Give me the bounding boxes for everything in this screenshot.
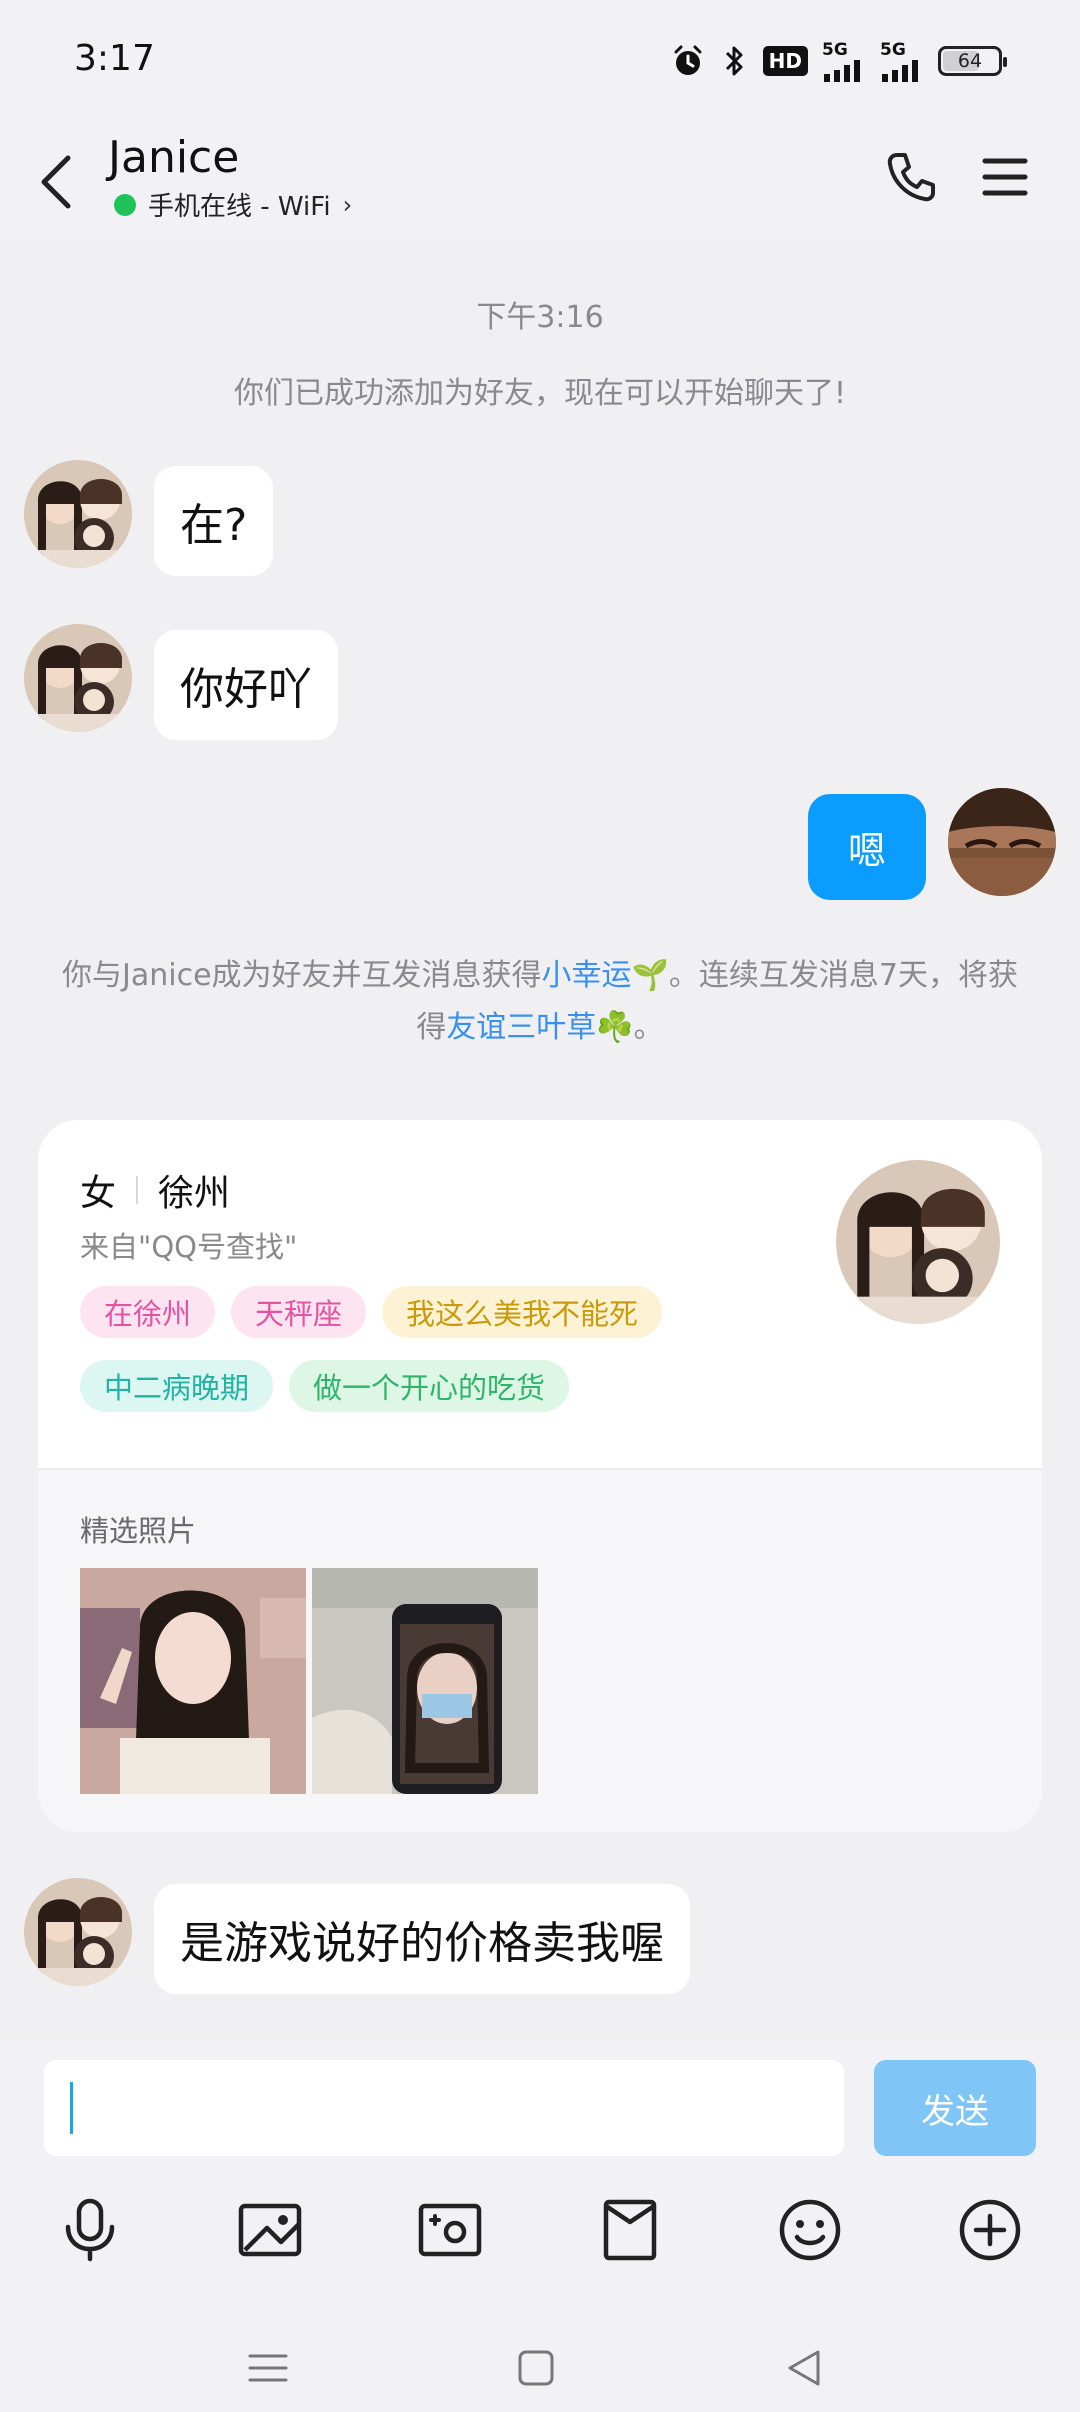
more-button[interactable] [950,2190,1030,2270]
clover-link[interactable]: 友谊三叶草 [446,1010,596,1045]
contact-name[interactable]: Janice [108,132,239,183]
input-area: 发送 [0,2042,1080,2412]
user-avatar[interactable] [948,788,1056,896]
signal-icon: 5G [822,40,866,82]
profile-tag[interactable]: 做一个开心的吃货 [289,1360,570,1412]
message-bubble-received[interactable]: 在? [154,466,274,576]
profile-gender: 女 [80,1173,117,1214]
profile-tag[interactable]: 天秤座 [231,1286,367,1338]
message-bubble-received[interactable]: 是游戏说好的价格卖我喔 [154,1884,690,1994]
nav-menu-button[interactable] [238,2338,298,2398]
system-message: 你们已成功添加为好友，现在可以开始聊天了! [233,376,847,411]
online-dot-icon [114,193,136,216]
microphone-icon [65,2198,115,2262]
message-timestamp: 下午3:16 [476,300,604,335]
tag-row: 在徐州 天秤座 我这么美我不能死 [80,1286,663,1338]
friendship-notice: 你与Janice成为好友并互发消息获得小幸运🌱。连续互发消息7天，将获得友谊三叶… [60,950,1020,1054]
message-bubble-received[interactable]: 你好吖 [154,630,338,740]
chevron-left-icon [41,155,71,209]
featured-photo[interactable] [80,1568,306,1794]
emoji-icon [779,2199,841,2261]
sprout-emoji: 🌱 [631,958,669,993]
friendship-notice-text: 你与Janice成为好友并互发消息获得 [62,958,542,993]
nav-back-button[interactable] [774,2338,834,2398]
bluetooth-icon [719,43,749,79]
signal-label: 5G [822,40,848,60]
signal-label-secondary: 5G [880,40,906,60]
clover-emoji: ☘️ [596,1010,634,1045]
profile-basic-info: 女 徐州 [80,1164,230,1216]
contact-avatar[interactable] [24,460,132,568]
featured-photos-title: 精选照片 [80,1514,197,1548]
phone-icon [887,153,935,202]
tag-row: 中二病晚期 做一个开心的吃货 [80,1360,570,1412]
message-bubble-sent[interactable]: 嗯 [808,794,926,900]
contact-avatar[interactable] [24,1878,132,1986]
contact-avatar[interactable] [24,624,132,732]
message-input[interactable] [44,2060,844,2156]
chat-header: Janice 手机在线 - WiFi › [0,122,1080,242]
battery-level: 64 [957,50,983,72]
chat-screen: 3:17 HD 5G 5G 64 Janice 手机在线 - WiFi › 下午… [0,0,1080,2412]
alarm-icon [671,44,705,78]
online-status[interactable]: 手机在线 - WiFi › [114,186,352,223]
hamburger-icon [982,158,1028,196]
chevron-right-icon: › [342,190,353,219]
lucky-link[interactable]: 小幸运 [542,958,632,993]
home-icon [518,2350,554,2386]
status-icons: HD 5G 5G 64 [671,40,1007,82]
call-button[interactable] [876,142,946,212]
camera-icon [418,2203,482,2257]
plus-icon [959,2199,1021,2261]
profile-city: 徐州 [158,1173,231,1214]
divider [136,1176,139,1204]
text-caret [70,2082,73,2134]
chat-area[interactable]: 下午3:16 你们已成功添加为好友，现在可以开始聊天了! 在? 你好吖 嗯 你与… [0,242,1080,2042]
featured-photo[interactable] [312,1568,538,1794]
status-time: 3:17 [74,38,155,79]
battery-icon: 64 [938,46,1007,76]
voice-button[interactable] [50,2190,130,2270]
featured-photos-section: 精选照片 [38,1468,1042,1832]
profile-tag[interactable]: 中二病晚期 [80,1360,274,1412]
camera-button[interactable] [410,2190,490,2270]
send-button[interactable]: 发送 [874,2060,1036,2156]
back-icon [788,2350,820,2386]
profile-card[interactable]: 女 徐州 来自"QQ号查找" 在徐州 天秤座 我这么美我不能死 中二病晚期 做一… [38,1120,1042,1832]
emoji-button[interactable] [770,2190,850,2270]
nav-home-button[interactable] [506,2338,566,2398]
red-packet-icon [603,2199,657,2261]
hd-voice-icon: HD [762,46,808,76]
red-packet-button[interactable] [590,2190,670,2270]
image-icon [238,2203,302,2257]
signal-icon-secondary: 5G [880,40,924,82]
menu-icon [248,2354,288,2382]
online-status-text: 手机在线 - WiFi [148,192,331,222]
status-bar: 3:17 HD 5G 5G 64 [0,0,1080,122]
back-button[interactable] [26,142,86,222]
friendship-notice-end: 。 [633,1010,664,1045]
menu-button[interactable] [970,142,1040,212]
profile-tag[interactable]: 在徐州 [80,1286,216,1338]
profile-tag[interactable]: 我这么美我不能死 [382,1286,663,1338]
profile-source: 来自"QQ号查找" [80,1230,298,1264]
profile-avatar[interactable] [836,1160,1000,1324]
photo-button[interactable] [230,2190,310,2270]
